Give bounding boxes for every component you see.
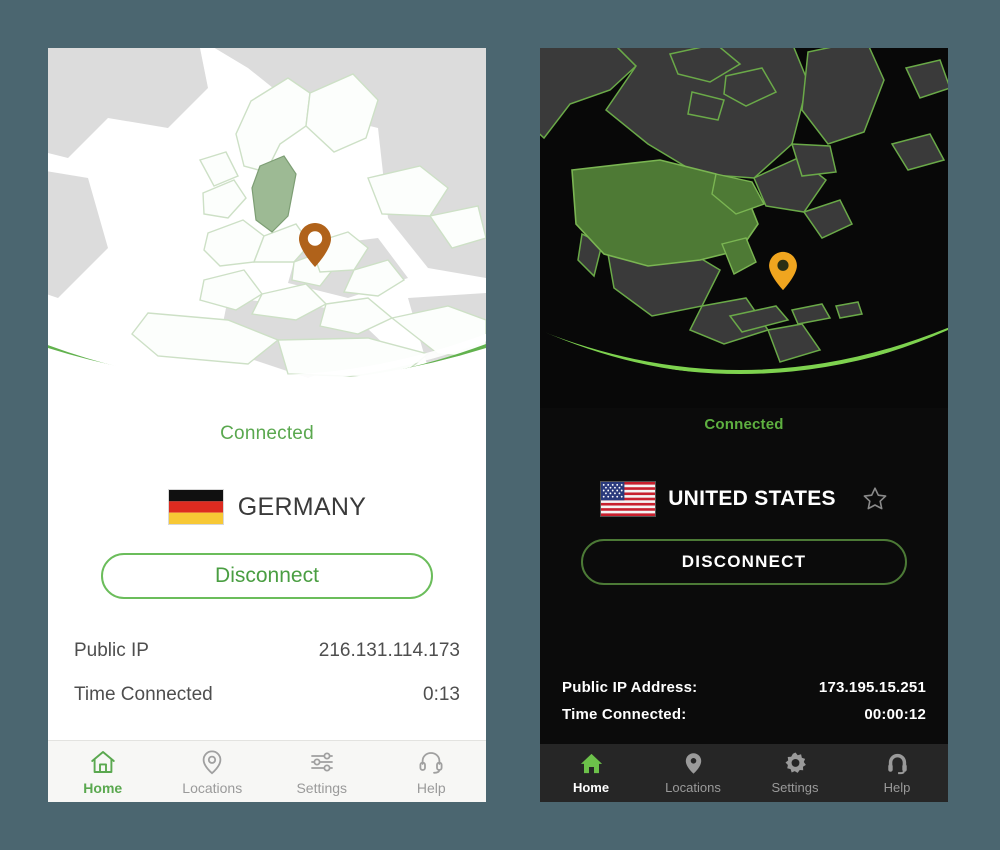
home-icon bbox=[91, 750, 115, 773]
home-icon bbox=[580, 753, 602, 774]
nav-label: Settings bbox=[296, 779, 348, 796]
location-pin-icon bbox=[685, 753, 701, 774]
dark-spacer bbox=[540, 585, 948, 674]
nav-label: Home bbox=[83, 779, 123, 796]
disconnect-button[interactable]: Disconnect bbox=[101, 553, 433, 599]
info-row-public-ip: Public IP Address: 173.195.15.251 bbox=[562, 674, 926, 701]
light-spacer bbox=[48, 717, 486, 740]
connection-info-list: Public IP Address: 173.195.15.251 Time C… bbox=[562, 674, 926, 728]
north-america-map-graphic bbox=[540, 48, 948, 408]
gear-icon bbox=[785, 752, 806, 773]
disconnect-button[interactable]: DISCONNECT bbox=[581, 539, 907, 585]
europe-map-graphic bbox=[48, 48, 486, 408]
nav-item-help[interactable]: Help bbox=[377, 741, 487, 802]
nav-label: Locations bbox=[182, 779, 243, 796]
connection-status: Connected bbox=[704, 416, 784, 433]
headset-icon bbox=[887, 753, 907, 775]
world-map-north-america[interactable] bbox=[540, 48, 948, 408]
info-value: 173.195.15.251 bbox=[818, 679, 926, 696]
headset-icon bbox=[419, 751, 443, 774]
location-pin bbox=[768, 251, 798, 291]
world-map-europe[interactable] bbox=[48, 48, 486, 408]
info-row-time-connected: Time Connected 0:13 bbox=[74, 673, 460, 717]
star-outline-icon[interactable] bbox=[862, 486, 888, 512]
bottom-navigation-light: Home Locations Settings Help bbox=[48, 740, 486, 802]
location-pin bbox=[298, 222, 332, 268]
nav-item-help[interactable]: Help bbox=[846, 744, 948, 802]
location-pin-icon bbox=[769, 251, 797, 291]
nav-label: Help bbox=[416, 779, 446, 796]
country-name: GERMANY bbox=[237, 492, 367, 521]
nav-label: Locations bbox=[665, 780, 721, 795]
nav-label: Home bbox=[572, 780, 610, 795]
nav-item-home[interactable]: Home bbox=[48, 741, 158, 802]
connection-status: Connected bbox=[220, 423, 314, 444]
vpn-app-light-theme: Connected GERMANY Disconnect Public IP 2… bbox=[48, 48, 486, 802]
bottom-navigation-dark: Home Locations Settings Help bbox=[540, 744, 948, 802]
nav-item-settings[interactable]: Settings bbox=[744, 744, 846, 802]
info-value: 00:00:12 bbox=[864, 706, 926, 723]
info-row-time-connected: Time Connected: 00:00:12 bbox=[562, 701, 926, 728]
nav-label: Help bbox=[883, 780, 911, 795]
connected-country-row[interactable]: UNITED STATES bbox=[540, 481, 948, 517]
info-value: 0:13 bbox=[423, 684, 460, 705]
united-states-flag-icon bbox=[600, 481, 657, 517]
info-label: Public IP Address: bbox=[562, 679, 698, 696]
info-value: 216.131.114.173 bbox=[318, 640, 460, 661]
nav-label: Settings bbox=[771, 780, 819, 795]
location-pin-icon bbox=[202, 749, 222, 774]
country-name: UNITED STATES bbox=[668, 487, 836, 510]
sliders-icon bbox=[310, 752, 333, 771]
nav-item-locations[interactable]: Locations bbox=[158, 741, 268, 802]
info-label: Time Connected bbox=[74, 684, 213, 705]
connection-info-list: Public IP 216.131.114.173 Time Connected… bbox=[74, 629, 460, 717]
nav-item-home[interactable]: Home bbox=[540, 744, 642, 802]
nav-item-settings[interactable]: Settings bbox=[267, 741, 377, 802]
nav-item-locations[interactable]: Locations bbox=[642, 744, 744, 802]
location-pin-icon bbox=[299, 223, 331, 267]
info-label: Time Connected: bbox=[562, 706, 687, 723]
info-row-public-ip: Public IP 216.131.114.173 bbox=[74, 629, 460, 673]
vpn-app-dark-theme: Connected UNITED STATES DISCONNECT Publi… bbox=[540, 48, 948, 802]
germany-flag-icon bbox=[167, 489, 224, 525]
connected-country-row[interactable]: GERMANY bbox=[48, 489, 486, 525]
info-label: Public IP bbox=[74, 640, 149, 661]
